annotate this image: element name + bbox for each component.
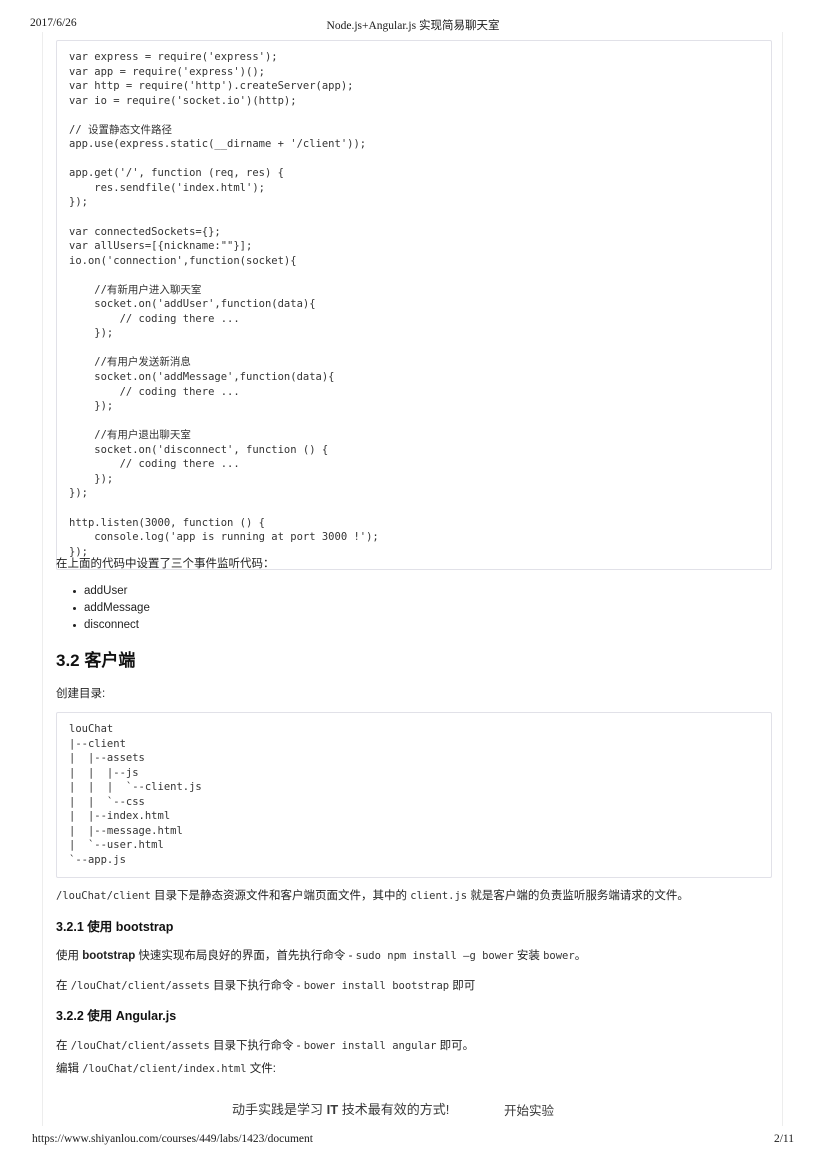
inline-code-index-html-path: /louChat/client/index.html xyxy=(82,1063,247,1075)
promo-text-prefix: 动手实践是学习 xyxy=(232,1102,327,1117)
bootstrap-paragraph-2: 在 /louChat/client/assets 目录下执行命令 - bower… xyxy=(56,978,772,994)
angular-paragraph-2: 编辑 /louChat/client/index.html 文件: xyxy=(56,1061,772,1077)
page-edge-right xyxy=(782,32,783,1126)
heading-322-code: Angular.js xyxy=(115,1009,177,1023)
tree-desc-text-1: 目录下是静态资源文件和客户端页面文件，其中的 xyxy=(150,890,411,902)
bootstrap-p1-text-2: 快速实现布局良好的界面，首先执行命令 - xyxy=(135,950,356,962)
heading-321-code: bootstrap xyxy=(115,920,174,934)
promo-text: 动手实践是学习 IT 技术最有效的方式! xyxy=(232,1099,449,1118)
section-heading-3-2-1: 3.2.1 使用 bootstrap xyxy=(56,919,556,936)
list-item: disconnect xyxy=(73,617,484,634)
directory-tree-description: /louChat/client 目录下是静态资源文件和客户端页面文件，其中的 c… xyxy=(56,888,772,904)
list-item: addMessage xyxy=(73,600,484,617)
event-list: addUser addMessage disconnect xyxy=(56,583,484,634)
directory-tree-code-block: louChat |--client | |--assets | | |--js … xyxy=(56,712,772,879)
inline-code-npm-install-bower: sudo npm install –g bower xyxy=(355,950,514,962)
inline-code-assets-path-1: /louChat/client/assets xyxy=(70,980,210,992)
promo-text-bold: IT xyxy=(326,1102,339,1117)
promo-strip: 动手实践是学习 IT 技术最有效的方式! 开始实验 xyxy=(0,1096,826,1122)
print-footer: https://www.shiyanlou.com/courses/449/la… xyxy=(0,1133,826,1149)
print-footer-url[interactable]: https://www.shiyanlou.com/courses/449/la… xyxy=(32,1133,313,1145)
inline-code-bower-install-bootstrap: bower install bootstrap xyxy=(303,980,450,992)
bootstrap-p1-text-3: 安装 xyxy=(513,950,544,962)
list-item: addUser xyxy=(73,583,484,600)
create-directory-label: 创建目录: xyxy=(56,688,106,700)
bootstrap-paragraph-1: 使用 bootstrap 快速实现布局良好的界面，首先执行命令 - sudo n… xyxy=(56,948,772,964)
angular-paragraph-1: 在 /louChat/client/assets 目录下执行命令 - bower… xyxy=(56,1038,772,1054)
bootstrap-p1-bold: bootstrap xyxy=(82,950,136,962)
promo-text-suffix: 技术最有效的方式! xyxy=(338,1102,450,1117)
directory-tree-text: louChat |--client | |--assets | | |--js … xyxy=(69,723,202,866)
section-heading-3-2-2: 3.2.2 使用 Angular.js xyxy=(56,1008,556,1025)
angular-p2-text-1: 编辑 xyxy=(56,1063,83,1075)
print-footer-page-number: 2/11 xyxy=(773,1133,794,1145)
bootstrap-p1-text-4: 。 xyxy=(574,950,587,962)
angular-p1-text-1: 在 xyxy=(56,1040,71,1052)
bootstrap-p2-text-2: 目录下执行命令 - xyxy=(209,980,304,992)
events-intro-text: 在上面的代码中设置了三个事件监听代码： xyxy=(56,558,275,570)
bootstrap-p2-text-3: 即可 xyxy=(449,980,476,992)
angular-p1-text-2: 目录下执行命令 - xyxy=(209,1040,304,1052)
start-experiment-button[interactable]: 开始实验 xyxy=(504,1100,554,1119)
server-code-text: var express = require('express'); var ap… xyxy=(69,51,379,558)
inline-code-assets-path-2: /louChat/client/assets xyxy=(70,1040,210,1052)
heading-322-prefix: 3.2.2 使用 xyxy=(56,1009,116,1023)
print-header-title: Node.js+Angular.js 实现简易聊天室 xyxy=(326,20,500,32)
angular-p2-text-2: 文件: xyxy=(246,1063,276,1075)
bootstrap-p1-text-1: 使用 xyxy=(56,950,83,962)
server-code-block: var express = require('express'); var ap… xyxy=(56,40,772,571)
angular-p1-text-3: 即可。 xyxy=(436,1040,475,1052)
page-edge-left xyxy=(42,32,43,1126)
heading-321-prefix: 3.2.1 使用 xyxy=(56,920,116,934)
tree-desc-text-2: 就是客户端的负责监听服务端请求的文件。 xyxy=(467,890,689,902)
inline-code-client-path: /louChat/client xyxy=(56,890,151,902)
inline-code-client-js: client.js xyxy=(410,890,468,902)
bootstrap-p2-text-1: 在 xyxy=(56,980,71,992)
section-heading-3-2: 3.2 客户端 xyxy=(56,651,136,670)
inline-code-bower: bower xyxy=(543,950,575,962)
print-header: 2017/6/26 Node.js+Angular.js 实现简易聊天室 xyxy=(0,17,826,33)
inline-code-bower-install-angular: bower install angular xyxy=(303,1040,437,1052)
